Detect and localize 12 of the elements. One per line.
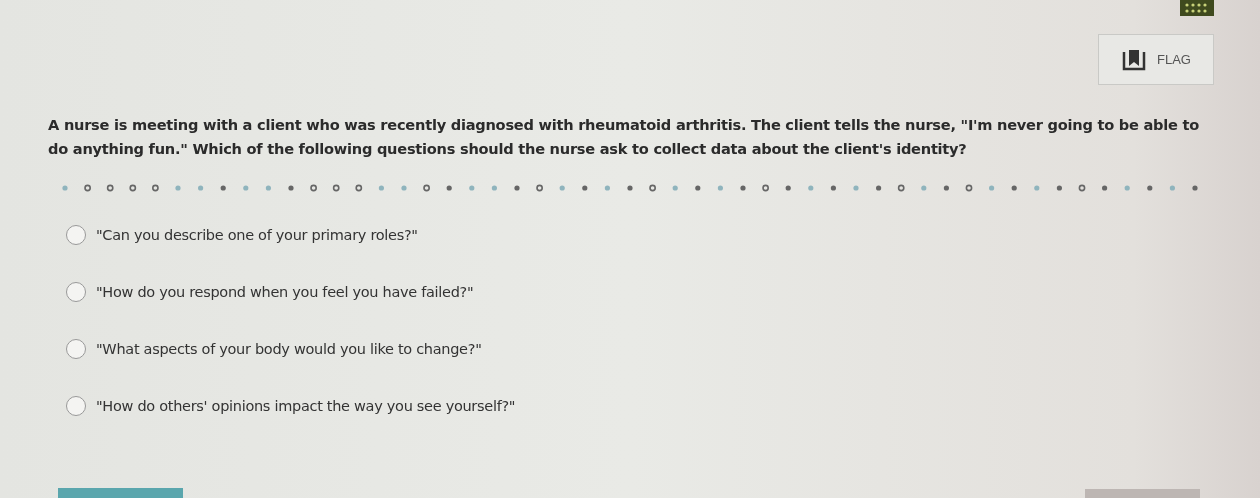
answer-option[interactable]: "Can you describe one of your primary roles?" — [66, 225, 1260, 245]
radio-button[interactable] — [66, 396, 86, 416]
question-text: A nurse is meeting with a client who was recently diagnosed with rheumatoid arthritis. The client tells the nurse, "I'm never going to be able to do anything fun." Which of the following questions should the nurse ask to collect data about the client's identity? — [48, 115, 1200, 159]
radio-button[interactable] — [66, 339, 86, 359]
answer-option[interactable]: "How do others' opinions impact the way you see yourself?" — [66, 396, 1260, 416]
answer-option[interactable]: "How do you respond when you feel you have failed?" — [66, 282, 1260, 302]
answer-option[interactable]: "What aspects of your body would you like to change?" — [66, 339, 1260, 359]
flag-button[interactable]: FLAG — [1098, 34, 1214, 85]
radio-button[interactable] — [66, 225, 86, 245]
bookmark-icon — [1121, 48, 1147, 71]
calculator-icon[interactable] — [1180, 0, 1214, 16]
radio-button[interactable] — [66, 282, 86, 302]
